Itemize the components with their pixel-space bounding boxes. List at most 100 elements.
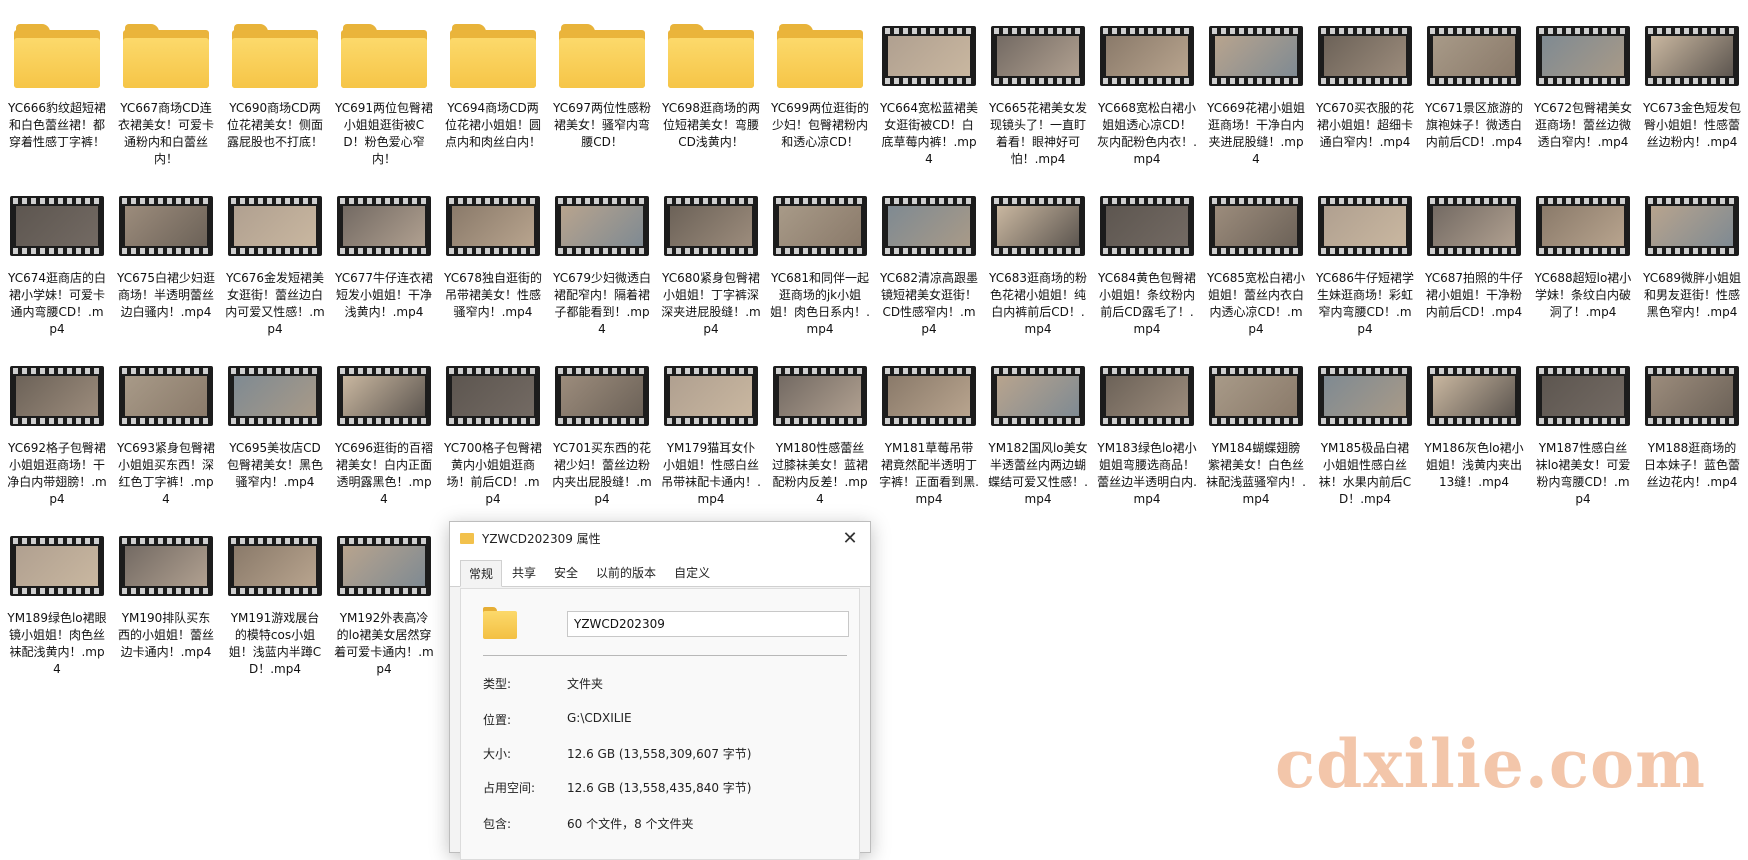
- item-icon-wrap: [1098, 358, 1196, 434]
- video-file-item[interactable]: YC668宽松白裙小姐姐透心凉CD！灰内配粉色内衣！.mp4: [1097, 0, 1197, 168]
- video-file-item[interactable]: YC674逛商店的白裙小学妹！可爱卡通内弯腰CD！.mp4: [8, 170, 106, 338]
- item-icon-wrap: [226, 358, 324, 434]
- contains-label: 包含:: [483, 817, 512, 831]
- folder-item[interactable]: YC690商场CD两位花裙美女！侧面露屁股也不打底！: [226, 0, 324, 151]
- video-file-item[interactable]: YC692格子包臀裙小姐姐逛商场！干净白内带翅膀！.mp4: [7, 340, 107, 508]
- video-file-item[interactable]: YM184蝴蝶翅膀紫裙美女！白色丝袜配浅蓝骚窄内！.mp4: [1206, 340, 1306, 508]
- item-icon-wrap: [1098, 18, 1196, 94]
- video-thumbnail-icon: [555, 366, 649, 426]
- video-file-item[interactable]: YM190排队买东西的小姐姐！蕾丝边卡通内！.mp4: [117, 510, 215, 661]
- video-thumbnail-icon: [555, 196, 649, 256]
- video-file-item[interactable]: YC678独自逛街的吊带裙美女！性感骚窄内！.mp4: [444, 170, 542, 321]
- folder-item[interactable]: YC697两位性感粉裙美女！骚窄内弯腰CD！: [553, 0, 651, 151]
- video-file-item[interactable]: YC677牛仔连衣裙短发小姐姐！干净浅黄内！.mp4: [335, 170, 433, 321]
- video-file-item[interactable]: YC664宽松蓝裙美女逛街被CD！白底草莓内裤！.mp4: [880, 0, 978, 168]
- video-thumbnail-icon: [991, 366, 1085, 426]
- video-file-item[interactable]: YC675白裙少妇逛商场！半透明蕾丝边白骚内！.mp4: [117, 170, 215, 321]
- video-file-item[interactable]: YC687拍照的牛仔裙小姐姐！干净粉内前后CD！.mp4: [1425, 170, 1523, 321]
- video-file-item[interactable]: YM191游戏展台的模特cos小姐姐！浅蓝内半蹲CD！.mp4: [226, 510, 324, 678]
- item-label: YC671景区旅游的旗袍妹子！微透白内前后CD！.mp4: [1425, 101, 1523, 149]
- video-thumbnail-icon: [1100, 366, 1194, 426]
- video-file-item[interactable]: YC695美妆店CD包臀裙美女！黑色骚窄内！.mp4: [226, 340, 324, 491]
- video-file-item[interactable]: YM182国风lo美女半透蕾丝内两边蝴蝶结可爱又性感！.mp4: [988, 340, 1088, 508]
- video-file-item[interactable]: YC665花裙美女发现镜头了！一直盯着看！眼神好可怕！.mp4: [989, 0, 1087, 168]
- video-thumbnail-icon: [446, 366, 540, 426]
- video-file-item[interactable]: YM187性感白丝袜lo裙美女！可爱粉内弯腰CD！.mp4: [1534, 340, 1632, 508]
- item-label: YC699两位逛街的少妇！包臀裙粉内和透心凉CD！: [771, 101, 869, 149]
- divider: [483, 655, 847, 656]
- folder-item[interactable]: YC698逛商场的两位短裙美女！弯腰CD浅黄内！: [662, 0, 760, 151]
- video-file-item[interactable]: YM185极品白裙小姐姐性感白丝袜！水果内前后CD！.mp4: [1316, 340, 1414, 508]
- video-file-item[interactable]: YM181草莓吊带裙竟然配半透明丁字裤！正面看到黑.mp4: [879, 340, 979, 508]
- video-thumbnail-icon: [1100, 26, 1194, 86]
- close-icon[interactable]: ✕: [830, 522, 870, 554]
- video-file-item[interactable]: YC681和同伴一起逛商场的jk小姐姐！肉色日系内！.mp4: [770, 170, 870, 338]
- video-file-item[interactable]: YC683逛商场的粉色花裙小姐姐！纯白内裤前后CD！.mp4: [989, 170, 1087, 338]
- item-icon-wrap: [335, 358, 433, 434]
- folder-item[interactable]: YC691两位包臀裙小姐姐逛街被CD！粉色爱心窄内！: [335, 0, 433, 168]
- item-icon-wrap: [553, 358, 651, 434]
- folder-item[interactable]: YC667商场CD连衣裙美女！可爱卡通粉内和白蕾丝内！: [117, 0, 215, 168]
- video-file-item[interactable]: YC682清凉高跟墨镜短裙美女逛街！CD性感窄内！.mp4: [880, 170, 978, 338]
- video-file-item[interactable]: YC689微胖小姐姐和男友逛街！性感黑色窄内！.mp4: [1643, 170, 1741, 321]
- tab-sharing[interactable]: 共享: [504, 560, 544, 586]
- video-file-item[interactable]: YC679少妇微透白裙配窄内！隔着裙子都能看到！.mp4: [553, 170, 651, 338]
- video-file-item[interactable]: YM186灰色lo裙小姐姐！浅黄内夹出13缝！.mp4: [1424, 340, 1524, 491]
- item-icon-wrap: [1425, 358, 1523, 434]
- item-icon-wrap: [8, 18, 106, 94]
- video-thumbnail-icon: [10, 366, 104, 426]
- properties-dialog: YZWCD202309 属性 ✕ 常规 共享 安全 以前的版本 自定义 YZWC…: [449, 521, 871, 860]
- item-icon-wrap: [989, 18, 1087, 94]
- item-label: YC683逛商场的粉色花裙小姐姐！纯白内裤前后CD！.mp4: [989, 271, 1087, 336]
- item-label: YM184蝴蝶翅膀紫裙美女！白色丝袜配浅蓝骚窄内！.mp4: [1206, 441, 1306, 506]
- item-icon-wrap: [989, 188, 1087, 264]
- item-label: YC687拍照的牛仔裙小姐姐！干净粉内前后CD！.mp4: [1425, 271, 1523, 319]
- tab-general[interactable]: 常规: [460, 560, 503, 587]
- video-file-item[interactable]: YC671景区旅游的旗袍妹子！微透白内前后CD！.mp4: [1425, 0, 1523, 151]
- item-icon-wrap: [117, 528, 215, 604]
- item-label: YM191游戏展台的模特cos小姐姐！浅蓝内半蹲CD！.mp4: [228, 611, 322, 676]
- video-file-item[interactable]: YM183绿色lo裙小姐姐弯腰选商品！蕾丝边半透明白内.mp4: [1097, 340, 1197, 508]
- item-icon-wrap: [553, 18, 651, 94]
- item-icon-wrap: [226, 528, 324, 604]
- tab-security[interactable]: 安全: [546, 560, 586, 586]
- item-icon-wrap: [662, 188, 760, 264]
- video-file-item[interactable]: YC696逛街的百褶裙美女！白内正面透明露黑色！.mp4: [335, 340, 433, 508]
- video-file-item[interactable]: YC701买东西的花裙少妇！蕾丝边粉内夹出屁股缝！.mp4: [552, 340, 652, 508]
- video-file-item[interactable]: YC672包臀裙美女逛商场！蕾丝边微透白窄内！.mp4: [1534, 0, 1632, 151]
- video-file-item[interactable]: YC669花裙小姐姐逛商场！干净白内夹进屁股缝！.mp4: [1207, 0, 1305, 168]
- item-label: YC697两位性感粉裙美女！骚窄内弯腰CD！: [553, 101, 651, 149]
- folder-item[interactable]: YC666豹纹超短裙和白色蕾丝裙！都穿着性感丁字裤！: [8, 0, 106, 151]
- video-file-item[interactable]: YM180性感蕾丝过膝袜美女！蓝裙配粉内反差！.mp4: [771, 340, 869, 508]
- item-label: YM181草莓吊带裙竟然配半透明丁字裤！正面看到黑.mp4: [879, 441, 979, 506]
- item-label: YC673金色短发包臀小姐姐！性感蕾丝边粉内！.mp4: [1643, 101, 1741, 149]
- item-icon-wrap: [880, 358, 978, 434]
- item-label: YM192外表高冷的lo裙美女居然穿着可爱卡通内！.mp4: [334, 611, 434, 676]
- item-label: YC686牛仔短裙学生妹逛商场！彩虹窄内弯腰CD！.mp4: [1316, 271, 1414, 336]
- folder-icon: [232, 24, 318, 88]
- folder-item[interactable]: YC699两位逛街的少妇！包臀裙粉内和透心凉CD！: [771, 0, 869, 151]
- folder-name-input[interactable]: YZWCD202309: [567, 611, 849, 637]
- video-file-item[interactable]: YM188逛商场的日本妹子！蓝色蕾丝边花内！.mp4: [1643, 340, 1741, 491]
- video-file-item[interactable]: YM189绿色lo裙眼镜小姐姐！肉色丝袜配浅黄内！.mp4: [7, 510, 107, 678]
- video-file-item[interactable]: YC670买衣服的花裙小姐姐！超细卡通白窄内！.mp4: [1316, 0, 1414, 151]
- tab-previous-versions[interactable]: 以前的版本: [588, 560, 664, 586]
- dialog-titlebar[interactable]: YZWCD202309 属性 ✕: [450, 522, 870, 554]
- video-file-item[interactable]: YC693紧身包臀裙小姐姐买东西！深红色丁字裤！.mp4: [117, 340, 215, 508]
- tab-customize[interactable]: 自定义: [666, 560, 718, 586]
- video-file-item[interactable]: YC688超短lo裙小学妹！条纹白内破洞了！.mp4: [1534, 170, 1632, 321]
- folder-item[interactable]: YC694商场CD两位花裙小姐姐！圆点内和肉丝白内！: [444, 0, 542, 151]
- video-file-item[interactable]: YM192外表高冷的lo裙美女居然穿着可爱卡通内！.mp4: [334, 510, 434, 678]
- item-label: YC670买衣服的花裙小姐姐！超细卡通白窄内！.mp4: [1316, 101, 1414, 149]
- item-label: YC678独自逛街的吊带裙美女！性感骚窄内！.mp4: [444, 271, 542, 319]
- video-file-item[interactable]: YC686牛仔短裙学生妹逛商场！彩虹窄内弯腰CD！.mp4: [1316, 170, 1414, 338]
- video-file-item[interactable]: YM179猫耳女仆小姐姐！性感白丝吊带袜配卡通内！.mp4: [661, 340, 761, 508]
- video-thumbnail-icon: [446, 196, 540, 256]
- video-file-item[interactable]: YC673金色短发包臀小姐姐！性感蕾丝边粉内！.mp4: [1643, 0, 1741, 151]
- video-file-item[interactable]: YC676金发短裙美女逛街！蕾丝边白内可爱又性感！.mp4: [225, 170, 325, 338]
- video-file-item[interactable]: YC685宽松白裙小姐姐！蕾丝内衣白内透心凉CD！.mp4: [1207, 170, 1305, 338]
- item-icon-wrap: [335, 528, 433, 604]
- video-file-item[interactable]: YC700格子包臀裙黄内小姐姐逛商场！前后CD！.mp4: [444, 340, 542, 508]
- video-file-item[interactable]: YC684黄色包臀裙小姐姐！条纹粉内前后CD露毛了！.mp4: [1098, 170, 1196, 338]
- video-file-item[interactable]: YC680紧身包臀裙小姐姐！丁字裤深深夹进屁股缝！.mp4: [661, 170, 761, 338]
